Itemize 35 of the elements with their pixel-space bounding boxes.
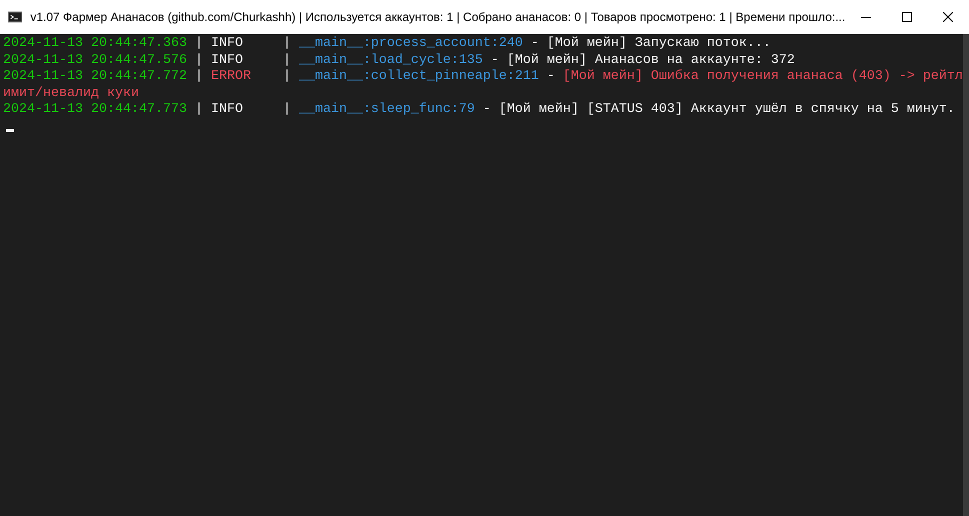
log-separator: | [194, 52, 203, 68]
log-source: __main__:collect_pinneaple:211 [298, 69, 539, 84]
log-source: __main__:sleep_func:79 [298, 102, 475, 117]
log-separator: | [194, 36, 203, 51]
log-dash: - [530, 36, 539, 51]
text-cursor [6, 128, 14, 132]
log-separator: | [282, 36, 291, 51]
maximize-icon [902, 12, 912, 22]
log-separator: | [194, 102, 203, 117]
log-dash: - [482, 102, 491, 117]
log-level: INFO [210, 102, 244, 118]
log-separator: | [282, 69, 291, 84]
log-separator: | [282, 52, 291, 68]
log-message: [Мой мейн] Ошибка получения ананаса (403) -> рейтл [562, 69, 963, 84]
log-source: __main__:load_cycle:135 [298, 52, 483, 68]
log-timestamp: 2024-11-13 20:44:47.773 [3, 102, 187, 117]
log-timestamp: 2024-11-13 20:44:47.576 [3, 52, 187, 68]
log-dash: - [546, 69, 555, 84]
window-title: v1.07 Фармер Ананасов (github.com/Churkashh) | Используется аккаунтов: 1 | Собрано ананасов: 0 | Товаров просмотрено: 1 | Времени прошло:... [30, 9, 846, 26]
log-timestamp: 2024-11-13 20:44:47.772 [3, 69, 187, 84]
log-message: [Мой мейн] Запускаю поток... [546, 36, 771, 51]
log-level: ERROR [210, 69, 252, 86]
close-icon [943, 12, 954, 22]
log-separator: | [282, 102, 291, 117]
log-message: имит/невалид куки [3, 86, 139, 100]
log-level: INFO [210, 36, 244, 52]
console-app-icon [8, 9, 22, 25]
log-separator: | [194, 69, 203, 84]
log-source: __main__:process_account:240 [298, 36, 523, 51]
log-dash: - [490, 52, 499, 68]
log-message: [Мой мейн] [STATUS 403] Аккаунт ушёл в спячку на 5 минут. [498, 102, 955, 117]
scrollbar[interactable] [963, 34, 969, 516]
log-message: [Мой мейн] Ананасов на аккаунте: 372 [506, 52, 795, 68]
log-timestamp: 2024-11-13 20:44:47.363 [3, 36, 187, 51]
log-level: INFO [210, 52, 244, 69]
